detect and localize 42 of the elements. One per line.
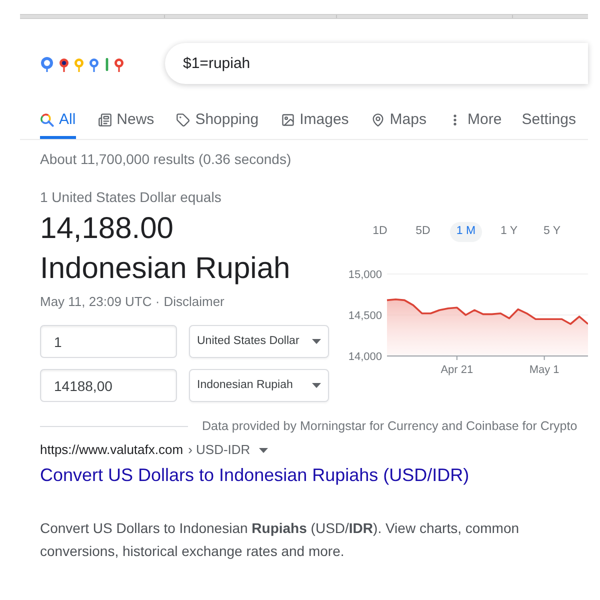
range-tab[interactable]: 5D [407, 222, 439, 242]
search-tab[interactable]: More [448, 104, 502, 139]
y-axis-label: 14,500 [348, 310, 382, 322]
caret-icon [259, 448, 268, 452]
range-tab[interactable]: 5 Y [536, 222, 568, 242]
currency-select[interactable]: Indonesian Rupiah [189, 369, 329, 402]
range-tab[interactable]: 1D [364, 222, 396, 242]
disclaimer-link[interactable]: Disclaimer [164, 293, 224, 311]
x-axis-label: Apr 21 [440, 364, 474, 376]
currency-name: Indonesian Rupiah [40, 251, 290, 287]
amount-input[interactable]: 1 [40, 325, 177, 358]
result-url: https://www.valutafx.com [40, 441, 184, 460]
range-tab[interactable]: 1 Y [493, 222, 525, 242]
range-tab[interactable]: 1 M [450, 222, 482, 242]
x-axis-label: May 1 [529, 364, 560, 376]
search-tab[interactable]: Shopping [176, 104, 259, 139]
doodle-logo-icon [40, 54, 126, 72]
currency-select[interactable]: United States Dollar [189, 325, 329, 358]
settings-link[interactable]: Settings [522, 104, 576, 139]
y-axis-label: 14,000 [348, 351, 382, 363]
search-icon [40, 113, 54, 127]
tag-icon [176, 113, 190, 127]
update-time: May 11, 23:09 UTC · [40, 293, 160, 311]
result-title-link[interactable]: Convert US Dollars to Indonesian Rupiahs (USD/IDR) [40, 462, 470, 488]
search-tab[interactable]: Maps [370, 104, 426, 139]
search-tab[interactable]: News [98, 104, 154, 139]
search-field[interactable]: $1=rupiah [165, 43, 588, 84]
attribution-text: Data provided by Morningstar for Currency and Coinbase for Crypto [202, 418, 578, 435]
search-tab[interactable]: All [40, 104, 76, 139]
result-snippet: Convert US Dollars to Indonesian Rupiahs (USD/IDR). View charts, common conversions, historical exchange rates and more. [40, 519, 520, 561]
amount-input[interactable]: 14188,00 [40, 369, 177, 402]
converted-amount: 14,188.00 [40, 211, 174, 247]
dropdown-caret-icon [312, 339, 321, 344]
result-breadcrumb: › USD-IDR [188, 441, 250, 460]
y-axis-label: 15,000 [348, 269, 382, 281]
result-stats: About 11,700,000 results (0.36 seconds) [40, 150, 292, 169]
dropdown-caret-icon [312, 383, 321, 388]
newspaper-icon [98, 113, 112, 127]
image-icon [280, 113, 295, 127]
map-pin-icon [370, 113, 385, 127]
search-tab[interactable]: Images [280, 104, 349, 139]
rate-caption: 1 United States Dollar equals [40, 188, 222, 207]
